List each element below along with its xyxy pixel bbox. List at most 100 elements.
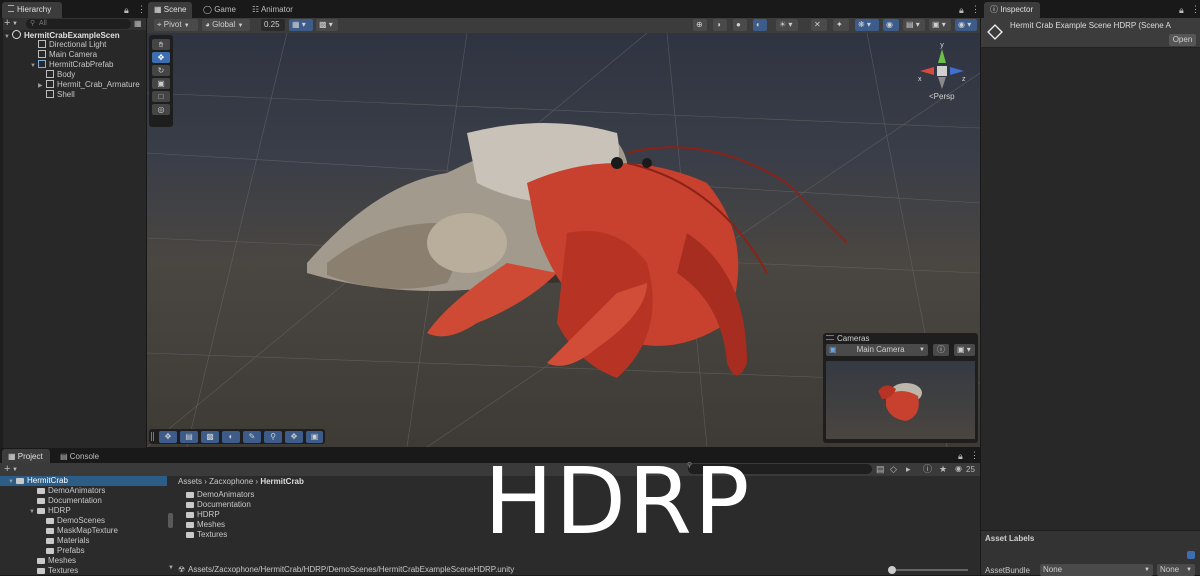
label-tag-icon[interactable] [1187,551,1195,559]
folder-tree-item[interactable]: ▼ HDRP [29,506,71,516]
chevron-down-icon[interactable]: ▼ [12,19,18,29]
shading-lit-button[interactable]: ◐ [753,19,767,31]
add-icon[interactable]: + [4,18,10,29]
folder-tree-item[interactable]: DemoAnimators [37,486,105,496]
toggle-overlay-button[interactable]: ▩ [201,431,219,443]
hand-tool-button[interactable]: ✋︎ [152,39,170,50]
snap-value-input[interactable]: 0.25 [261,19,285,31]
tree-item-armature[interactable]: ▶ Hermit_Crab_Armature [38,80,140,90]
tab-hierarchy[interactable]: Hierarchy [2,2,62,18]
folder-tree-item[interactable]: Meshes [37,556,76,566]
camera-info-button[interactable]: ⓘ [933,344,949,356]
move-tool-button[interactable]: ✥ [152,52,170,63]
shading-wire-button[interactable]: ◑ [713,19,727,31]
expand-arrow-icon[interactable]: ▼ [4,32,12,42]
asset-variant-dropdown[interactable]: None ▼ [1157,564,1195,576]
debug-draw-button[interactable]: ☀ ▾ [776,19,798,31]
tree-item-main-camera[interactable]: Main Camera [38,50,97,60]
rotate-tool-button[interactable]: ↻ [152,65,170,76]
folder-tree-item[interactable]: MaskMapTexture [46,526,118,536]
expand-arrow-icon[interactable]: ▼ [8,477,16,487]
global-dropdown[interactable]: ◕ Global ▼ [202,19,250,31]
toggle-fx-button[interactable]: ✎ [243,431,261,443]
increment-snap-button[interactable]: ▩ ▾ [316,19,338,31]
search-by-label-icon[interactable]: ◇ [890,464,897,474]
open-button[interactable]: Open [1169,34,1196,46]
tree-item-scene[interactable]: ▼ HermitCrabExampleScen [4,30,120,40]
asset-folder-item[interactable]: Textures [186,530,227,540]
shading-shaded-button[interactable]: ● [733,19,747,31]
chevron-down-icon[interactable]: ▼ [12,465,18,475]
tab-inspector[interactable]: ⓘ Inspector [984,2,1040,18]
toggle-align-button[interactable]: ▤ [180,431,198,443]
gizmos-dropdown[interactable]: ◉ ▾ [955,19,977,31]
favorite-star-icon[interactable]: ★ [939,464,947,474]
breadcrumb-item[interactable]: Assets [178,477,202,486]
tree-item-hermitcrabprefab[interactable]: ▼ HermitCrabPrefab [30,60,113,70]
pan-button[interactable]: ✥ [285,431,303,443]
tag-icon[interactable]: ▸ [906,464,911,474]
asset-folder-item[interactable]: DemoAnimators [186,490,254,500]
lock-icon[interactable]: 🔒︎ [1179,5,1184,15]
add-icon[interactable]: + [4,464,10,475]
orientation-gizmo[interactable]: y x z [912,41,972,93]
search-by-type-icon[interactable]: ▤ [876,464,885,474]
more-icon[interactable]: ⋮ [1191,4,1200,14]
expand-arrow-icon[interactable]: ▼ [30,61,38,71]
2d-toggle-button[interactable]: ✕ [811,19,827,31]
eye-icon[interactable]: ◉ [955,464,962,474]
asset-bundle-dropdown[interactable]: None ▼ [1040,564,1153,576]
projection-label[interactable]: <Persp [929,92,955,101]
folder-tree-item[interactable]: Prefabs [46,546,85,556]
tree-item-shell[interactable]: Shell [46,90,75,100]
more-icon[interactable]: ⋮ [971,4,980,14]
scene-visibility-dropdown[interactable]: ▤ ▾ [903,19,925,31]
more-icon[interactable]: ⋮ [137,4,146,14]
tree-item-body[interactable]: Body [46,70,75,80]
hierarchy-search-input[interactable]: ⚲ All [26,19,131,29]
lighting-toggle-button[interactable]: ✦ [833,19,849,31]
camera-preview-button[interactable]: ▣ [306,431,323,443]
folder-tree-item[interactable]: Materials [46,536,89,546]
grid-snap-button[interactable]: ▦ ▾ [289,19,313,31]
breadcrumb-item-current[interactable]: HermitCrab [260,477,304,486]
asset-folder-item[interactable]: Meshes [186,520,225,530]
warning-icon[interactable]: ⓘ [923,464,932,474]
tab-scene[interactable]: ▦ Scene [148,2,192,18]
lock-icon[interactable]: 🔒︎ [958,451,963,461]
hermit-crab-model[interactable] [307,123,848,378]
rect-tool-button[interactable]: □ [152,91,170,102]
toggle-lighting-button[interactable]: ◐ [222,431,240,443]
toggle-grid-button[interactable]: ✥ [159,431,177,443]
lock-icon[interactable]: 🔒︎ [959,5,964,15]
scale-tool-button[interactable]: ▣ [152,78,170,89]
asset-folder-item[interactable]: HDRP [186,510,220,520]
tab-animator[interactable]: ☷ Animator [246,2,302,18]
camera-options-dropdown[interactable]: ▣ ▾ [954,344,975,356]
expand-arrow-icon[interactable]: ▼ [29,507,37,517]
drag-handle-icon[interactable] [826,335,834,340]
folder-tree-scrollbar[interactable] [168,513,173,528]
lock-icon[interactable]: 🔒︎ [124,5,129,15]
tab-game[interactable]: ◯ Game [197,2,241,18]
folder-tree-item-hermitcrab[interactable]: ▼ HermitCrab [8,476,68,486]
zoom-button[interactable]: ⚲ [264,431,282,443]
breadcrumb-item[interactable]: Zacxophone [209,477,253,486]
folder-tree-item[interactable]: Documentation [37,496,102,506]
camera-settings-dropdown[interactable]: ▣ ▾ [929,19,951,31]
pivot-dropdown[interactable]: ⌖ Pivot ▼ [154,19,198,31]
camera-select-dropdown[interactable]: ▣ Main Camera ▼ [826,344,928,356]
folder-tree-item[interactable]: DemoScenes [46,516,105,526]
tree-item-directional-light[interactable]: Directional Light [38,40,106,50]
crosshair-button[interactable]: ⊕ [693,19,707,31]
slider-handle[interactable] [888,566,896,574]
visibility-button[interactable]: ◉ [883,19,899,31]
transform-tool-button[interactable]: ◎ [152,104,170,115]
collapse-arrow-icon[interactable]: ▶ [38,81,46,91]
scene-viewport[interactable]: ✋︎ ✥ ↻ ▣ □ ◎ y x z <Persp Cameras ▣ Main… [147,33,980,447]
more-icon[interactable]: ⋮ [970,450,979,460]
filter-icon[interactable]: ▦ [134,19,142,29]
effects-button[interactable]: ❋ ▾ [855,19,879,31]
asset-folder-item[interactable]: Documentation [186,500,251,510]
drag-handle-icon[interactable] [151,432,154,441]
